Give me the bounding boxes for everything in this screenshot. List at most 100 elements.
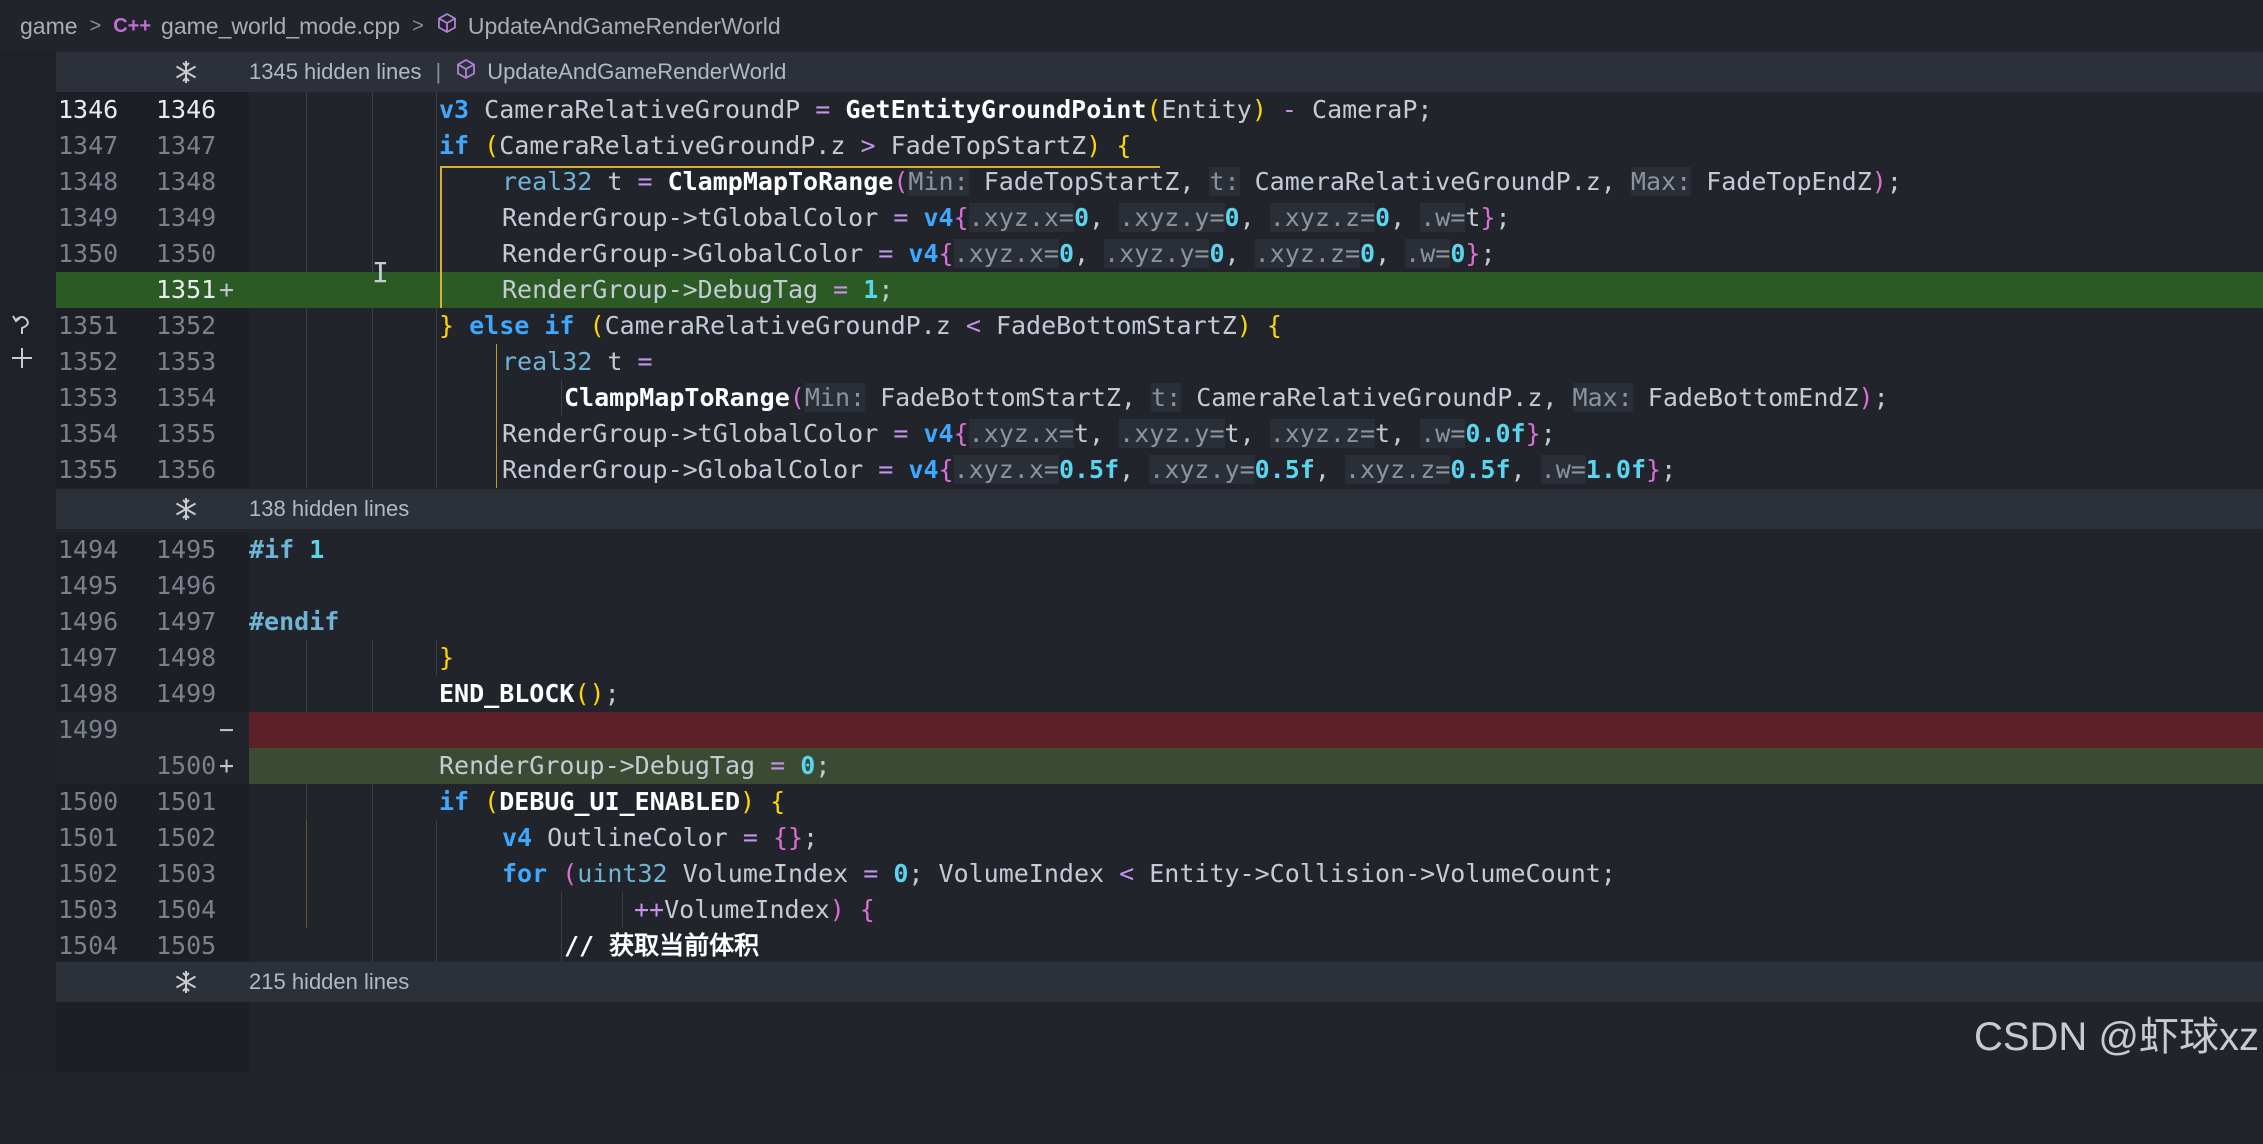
chevron-right-icon: > (412, 14, 424, 37)
code-line[interactable]: 1498 1499 END_BLOCK(); (56, 676, 2263, 712)
new-line-number: 1495 (156, 535, 217, 564)
old-line-number: 1349 (58, 203, 119, 232)
line-number-gutter (56, 1002, 249, 1072)
new-line-number: 1350 (156, 239, 217, 268)
old-line-number: 1504 (58, 931, 119, 960)
old-line-number: 1354 (58, 419, 119, 448)
symbol-method-icon (455, 58, 477, 86)
revert-icon[interactable] (8, 312, 36, 344)
new-line-number: 1500 (156, 751, 217, 780)
hidden-lines-label: 215 hidden lines (249, 969, 410, 994)
code-line[interactable]: 1352 1353 real32 t = (56, 344, 2263, 380)
hidden-lines-bar[interactable]: 215 hidden lines (56, 962, 2263, 1002)
old-line-number: 1502 (58, 859, 119, 888)
code-line[interactable]: 1502 1503 for (uint32 VolumeIndex = 0; V… (56, 856, 2263, 892)
code-line[interactable]: 1354 1355 RenderGroup->tGlobalColor = v4… (56, 416, 2263, 452)
code-text: for (uint32 VolumeIndex = 0; VolumeIndex… (502, 859, 1616, 888)
code-text: RenderGroup->tGlobalColor = v4{.xyz.x=t,… (502, 419, 1556, 448)
added-marker: + (219, 275, 235, 304)
code-line[interactable]: 1348 1348 real32 t = ClampMapToRange(Min… (56, 164, 2263, 200)
new-line-number: 1354 (156, 383, 217, 412)
new-line-number: 1502 (156, 823, 217, 852)
old-line-number: 1348 (58, 167, 119, 196)
old-line-number: 1350 (58, 239, 119, 268)
code-text: if (DEBUG_UI_ENABLED) { (439, 787, 786, 816)
new-line-number: 1498 (156, 643, 217, 672)
code-line[interactable]: 1346 1346 v3 CameraRelativeGroundP = Get… (56, 92, 2263, 128)
code-text: } else if (CameraRelativeGroundP.z < Fad… (439, 311, 1282, 340)
breadcrumb: game > C++ game_world_mode.cpp > UpdateA… (0, 0, 2263, 52)
new-line-number: 1352 (156, 311, 217, 340)
scope-guide (440, 166, 1160, 168)
code-text: RenderGroup->DebugTag = 1; (502, 275, 894, 304)
code-text: RenderGroup->GlobalColor = v4{.xyz.x=0.5… (502, 455, 1677, 484)
code-line-added[interactable]: 1500 + RenderGroup->DebugTag = 0; (56, 748, 2263, 784)
old-line-number: 1351 (58, 311, 119, 340)
code-line[interactable]: 1504 1505 // 获取当前体积 (56, 928, 2263, 964)
old-line-number: 1497 (58, 643, 119, 672)
hidden-lines-bar[interactable]: 138 hidden lines (56, 489, 2263, 529)
text-cursor-icon: I (372, 256, 389, 289)
code-line[interactable]: 1503 1504 ++VolumeIndex) { (56, 892, 2263, 928)
breadcrumb-file[interactable]: game_world_mode.cpp (161, 13, 400, 40)
code-text: #endif (249, 607, 340, 636)
cpp-file-icon: C++ (113, 14, 152, 37)
new-line-number: 1347 (156, 131, 217, 160)
code-line[interactable]: 1355 1356 RenderGroup->GlobalColor = v4{… (56, 452, 2263, 488)
old-line-number: 1499 (58, 715, 119, 744)
expand-icon[interactable] (172, 58, 200, 86)
code-text: RenderGroup->tGlobalColor = v4{.xyz.x=0,… (502, 203, 1511, 232)
code-text: // 获取当前体积 (564, 931, 760, 960)
old-line-number: 1346 (58, 95, 119, 124)
expand-icon[interactable] (172, 495, 200, 523)
add-icon[interactable] (8, 344, 36, 376)
old-line-number: 1503 (58, 895, 119, 924)
code-line[interactable]: 1353 1354 ClampMapToRange(Min: FadeBotto… (56, 380, 2263, 416)
old-line-number: 1355 (58, 455, 119, 484)
new-line-number: 1356 (156, 455, 217, 484)
hidden-lines-bar[interactable]: 1345 hidden lines | UpdateAndGameRenderW… (56, 52, 2263, 92)
old-line-number: 1352 (58, 347, 119, 376)
code-text: real32 t = ClampMapToRange(Min: FadeTopS… (502, 167, 1902, 196)
hidden-lines-label: 138 hidden lines (249, 496, 410, 521)
code-text: ++VolumeIndex) { (634, 895, 875, 924)
code-line[interactable]: 1494 1495 #if 1 (56, 532, 2263, 568)
old-line-number: 1495 (58, 571, 119, 600)
code-text: ClampMapToRange(Min: FadeBottomStartZ, t… (564, 383, 1889, 412)
new-line-number: 1496 (156, 571, 217, 600)
code-line[interactable]: 1501 1502 v4 OutlineColor = {}; (56, 820, 2263, 856)
code-text: if (CameraRelativeGroundP.z > FadeTopSta… (439, 131, 1132, 160)
code-text: END_BLOCK(); (439, 679, 620, 708)
new-line-number: 1501 (156, 787, 217, 816)
code-line[interactable]: 1500 1501 if (DEBUG_UI_ENABLED) { (56, 784, 2263, 820)
old-line-number: 1496 (58, 607, 119, 636)
expand-icon[interactable] (172, 968, 200, 996)
old-line-number: 1498 (58, 679, 119, 708)
removed-marker: − (219, 715, 235, 744)
code-text: RenderGroup->GlobalColor = v4{.xyz.x=0, … (502, 239, 1496, 268)
breadcrumb-symbol[interactable]: UpdateAndGameRenderWorld (468, 13, 781, 40)
new-line-number: 1504 (156, 895, 217, 924)
new-line-number: 1505 (156, 931, 217, 960)
old-line-number: 1353 (58, 383, 119, 412)
code-line[interactable]: 1495 1496 (56, 568, 2263, 604)
code-line[interactable]: 1351 1352 } else if (CameraRelativeGroun… (56, 308, 2263, 344)
code-line[interactable]: 1347 1347 if (CameraRelativeGroundP.z > … (56, 128, 2263, 164)
code-line[interactable]: 1496 1497 #endif (56, 604, 2263, 640)
new-line-number: 1355 (156, 419, 217, 448)
breadcrumb-folder[interactable]: game (20, 13, 78, 40)
separator: | (435, 59, 442, 84)
chevron-right-icon: > (89, 14, 102, 37)
hidden-lines-label: 1345 hidden lines (249, 59, 422, 84)
symbol-method-icon (436, 12, 458, 40)
old-line-number: 1500 (58, 787, 119, 816)
new-line-number: 1346 (156, 95, 217, 124)
code-text: } (439, 643, 455, 672)
hidden-lines-symbol[interactable]: UpdateAndGameRenderWorld (487, 59, 786, 85)
code-line[interactable]: 1497 1498 } (56, 640, 2263, 676)
code-line[interactable]: 1349 1349 RenderGroup->tGlobalColor = v4… (56, 200, 2263, 236)
code-line-removed[interactable]: 1499 − (56, 712, 2263, 748)
watermark: CSDN @虾球xz (1973, 1015, 2259, 1059)
left-gutter (0, 52, 56, 1072)
new-line-number: 1353 (156, 347, 217, 376)
